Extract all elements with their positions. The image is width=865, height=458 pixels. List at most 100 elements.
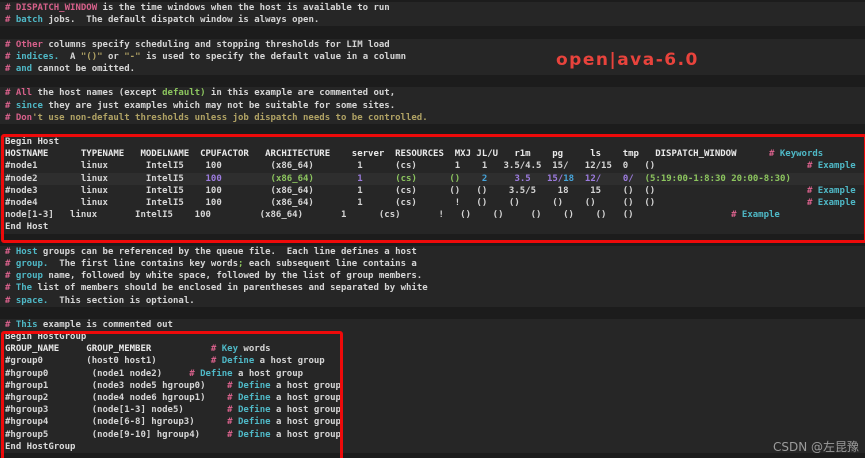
code-segment: a host group [270,393,341,403]
code-segment: # [806,161,818,172]
code-line[interactable]: #hgroup0 (node1 node2) # Define a host g… [0,367,865,380]
code-segment: 0/ [622,173,634,184]
code-segment: Define [221,356,255,367]
code-segment: Define [238,405,271,416]
code-segment: space. [10,295,49,306]
code-line[interactable]: #hgroup5 (node[9-10] hgroup4) # Define a… [0,428,865,441]
code-segment: Key [221,344,239,355]
code-segment: Begin Host [5,137,60,148]
code-segment: they are just examples which may not be … [42,100,396,111]
code-line[interactable]: # and cannot be omitted. [0,62,865,76]
code-line[interactable]: # Don't use non-default thresholds unles… [0,111,865,124]
code-segment: 18 [563,173,575,184]
code-line[interactable]: # Host groups can be referenced by the q… [0,245,865,258]
code-line[interactable]: End Host [0,221,865,234]
code-line[interactable]: # space. This section is optional. [0,294,865,307]
code-line[interactable]: Begin Host [0,136,865,149]
code-line[interactable]: End HostGroup [0,440,865,453]
code-segment: # [227,380,239,391]
code-segment: a host group [232,368,304,379]
code-segment: name, followed by white space, followed … [42,271,423,282]
code-line[interactable]: # group. The first line contains key wor… [0,257,865,271]
code-segment: node[1-3] linux IntelI5 100 (x86_64) 1 (… [5,210,732,221]
code-line[interactable]: #node4 linux IntelI5 100 (x86_64) 1 (cs)… [0,197,865,210]
code-segment: example is commented out [37,319,173,330]
code-line[interactable]: #hgroup2 (node4 node6 hgroup1) # Define … [0,392,865,405]
code-segment: Example [817,185,856,196]
code-segment: #hgroup5 (node[9-10] hgroup4) [5,429,228,440]
code-line[interactable]: #node3 linux IntelI5 100 (x86_64) 1 (cs)… [0,184,865,197]
code-segment: a host group [254,356,325,367]
code-line[interactable] [0,234,865,246]
code-line[interactable]: # since they are just examples which may… [0,99,865,112]
code-line[interactable]: # DISPATCH_WINDOW is the time windows wh… [0,2,865,15]
code-segment: #group0 (host0 host1) [5,356,211,367]
code-segment: group. [10,258,49,269]
code-segment: # [227,429,239,440]
code-segment: words [238,344,271,355]
code-segment: End HostGroup [5,441,76,452]
code-segment: 3.5 [514,173,531,184]
code-segment: Example [817,161,856,172]
code-line[interactable]: #hgroup3 (node[1-3] node5) # Define a ho… [0,404,865,417]
code-line[interactable]: # group name, followed by white space, f… [0,270,865,283]
code-line[interactable]: # This example is commented out [0,318,865,332]
code-segment: cannot be omitted. [32,63,136,74]
openlava-watermark: open|ava-6.0 [556,50,699,70]
code-editor[interactable]: # DISPATCH_WINDOW is the time windows wh… [0,0,865,453]
code-segment: "()" [80,51,103,62]
code-segment: # Don [5,112,33,123]
code-line[interactable]: # batch jobs. The default dispatch windo… [0,14,865,27]
code-segment: (5:19:00-1:8:30 20:00-8:30) [644,173,791,184]
code-line[interactable]: Begin HostGroup [0,331,865,344]
code-line[interactable]: #group0 (host0 host1) # Define a host gr… [0,355,865,368]
code-line-current[interactable]: #node2 linux IntelI5 100 (x86_64) 1 (cs)… [0,172,865,185]
code-segment: The first line contains key words [48,258,239,269]
code-line[interactable] [0,124,865,136]
code-segment: # [189,368,201,379]
code-segment: #hgroup3 (node[1-3] node5) [5,405,228,416]
code-segment: list of members should be enclosed in pa… [32,283,428,294]
code-segment: Define [238,429,271,440]
code-line[interactable]: #node1 linux IntelI5 100 (x86_64) 1 (cs)… [0,160,865,173]
code-line[interactable]: # indices. A "()" or "-" is used to spec… [0,50,865,63]
code-segment: The [10,283,33,294]
code-segment: columns specify scheduling and stopping … [42,39,390,50]
code-line[interactable]: #hgroup4 (node[6-8] hgroup3) # Define a … [0,416,865,429]
code-segment: #hgroup0 (node1 node2) [5,368,190,379]
code-segment: #node4 linux IntelI5 100 (x86_64) 1 (cs)… [5,198,807,208]
code-segment: # DISPATCH_WINDOW [5,3,98,13]
code-segment: each subsequent line contains a [243,258,417,269]
code-segment: batch [10,15,43,26]
code-segment: a host group [270,380,341,391]
code-line[interactable]: # Other columns specify scheduling and s… [0,38,865,51]
csdn-watermark: CSDN @左昆豫 [772,440,859,454]
code-segment: # [227,393,239,403]
code-line[interactable]: node[1-3] linux IntelI5 100 (x86_64) 1 (… [0,209,865,222]
code-segment: # [210,344,222,355]
code-segment: the host names (except [32,88,163,99]
code-line[interactable] [0,307,865,319]
code-segment: in this example are commented out, [205,88,396,99]
code-line[interactable]: #hgroup1 (node3 node5 hgroup0) # Define … [0,379,865,392]
code-line[interactable]: # All the host names (except default) in… [0,87,865,100]
code-segment: a host group [270,405,341,416]
code-segment: 12/ [584,173,602,184]
code-line[interactable]: HOSTNAME TYPENAME MODELNAME CPUFACTOR AR… [0,148,865,161]
code-line[interactable] [0,75,865,87]
code-line[interactable]: # The list of members should be enclosed… [0,282,865,295]
code-segment: Example [817,198,856,208]
editor-screenshot: # DISPATCH_WINDOW is the time windows wh… [0,0,865,458]
code-segment: a host group [270,417,341,428]
code-line[interactable]: GROUP_NAME GROUP_MEMBER # Key words [0,343,865,356]
code-segment: Define [238,393,271,403]
code-line[interactable] [0,26,865,38]
code-segment: # Other [5,39,43,50]
code-segment: Example [741,210,780,221]
code-segment: jobs. The default dispatch window is alw… [42,15,320,26]
